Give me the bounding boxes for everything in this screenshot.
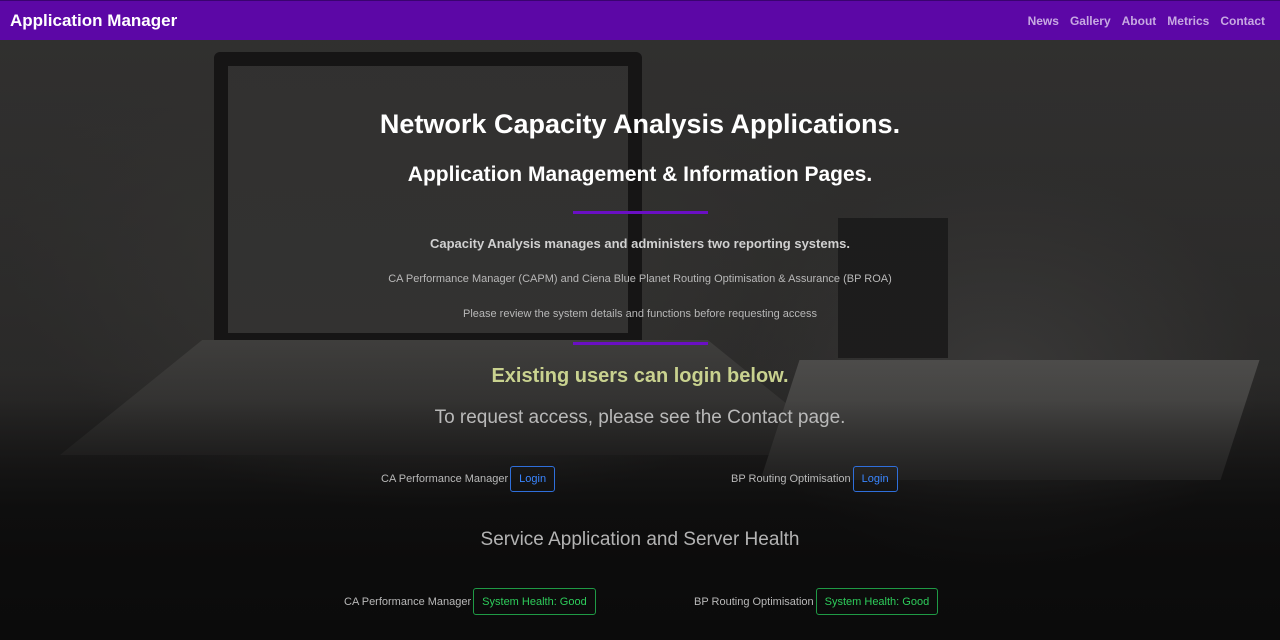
review-text: Please review the system details and fun… xyxy=(462,308,818,320)
nav-links: News Gallery About Metrics Contact xyxy=(1028,14,1270,28)
login-button-capm[interactable]: Login xyxy=(510,466,556,492)
hero-section: Network Capacity Analysis Applications. … xyxy=(0,40,1280,640)
nav-link-contact[interactable]: Contact xyxy=(1220,14,1265,28)
login-label-capm: CA Performance Manager xyxy=(381,473,509,485)
nav-link-about[interactable]: About xyxy=(1122,14,1157,28)
health-row-capm: CA Performance Manager System Health: Go… xyxy=(344,588,596,615)
nav-link-gallery[interactable]: Gallery xyxy=(1070,14,1111,28)
health-row-bproa: BP Routing Optimisation System Health: G… xyxy=(694,588,939,615)
login-row-bproa: BP Routing Optimisation Login xyxy=(731,466,898,492)
top-navbar: Application Manager News Gallery About M… xyxy=(0,0,1280,40)
health-status-button-bproa[interactable]: System Health: Good xyxy=(815,588,939,615)
login-label-bproa: BP Routing Optimisation xyxy=(731,473,851,485)
brand-link[interactable]: Application Manager xyxy=(10,11,177,31)
page-title: Network Capacity Analysis Applications. xyxy=(379,109,901,139)
login-row-capm: CA Performance Manager Login xyxy=(381,466,556,492)
systems-text: CA Performance Manager (CAPM) and Ciena … xyxy=(388,273,892,285)
health-status-button-capm[interactable]: System Health: Good xyxy=(473,588,596,615)
existing-users-heading: Existing users can login below. xyxy=(491,365,789,387)
divider-bottom xyxy=(573,342,708,345)
nav-link-metrics[interactable]: Metrics xyxy=(1167,14,1209,28)
health-label-capm: CA Performance Manager xyxy=(344,595,472,608)
divider-top xyxy=(573,211,708,214)
lead-text: Capacity Analysis manages and administer… xyxy=(430,236,850,251)
request-access-text: To request access, please see the Contac… xyxy=(434,407,846,428)
login-button-bproa[interactable]: Login xyxy=(852,466,898,492)
nav-link-news[interactable]: News xyxy=(1028,14,1059,28)
health-label-bproa: BP Routing Optimisation xyxy=(694,595,814,608)
page-subtitle: Application Management & Information Pag… xyxy=(407,163,873,186)
health-heading: Service Application and Server Health xyxy=(480,529,800,550)
